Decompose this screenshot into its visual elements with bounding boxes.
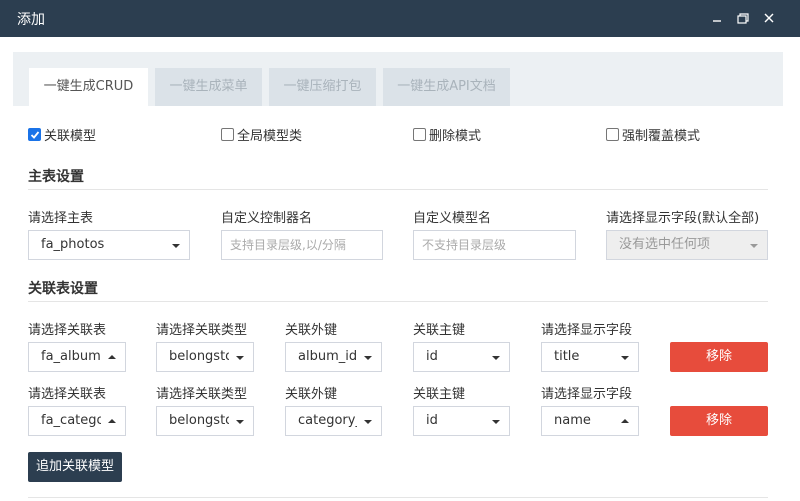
window-titlebar: 添加 bbox=[0, 0, 800, 37]
foreign-key-select[interactable]: album_id bbox=[285, 342, 382, 372]
option-label: 全局模型类 bbox=[237, 129, 303, 144]
relation-type-label: 请选择关联类型 bbox=[156, 323, 248, 338]
foreign-key-select[interactable]: category_id bbox=[285, 406, 382, 436]
primary-key-select[interactable]: id bbox=[413, 406, 510, 436]
tab-api-doc[interactable]: 一键生成API文档 bbox=[383, 68, 510, 106]
relation-settings-title: 关联表设置 bbox=[28, 281, 98, 297]
caret-down-icon bbox=[364, 356, 372, 360]
options-row: 关联模型 全局模型类 删除模式 强制覆盖模式 bbox=[28, 125, 772, 144]
option-label: 删除模式 bbox=[429, 129, 482, 144]
controller-name-input[interactable] bbox=[221, 230, 383, 260]
relation-table-select[interactable]: fa_album bbox=[28, 342, 126, 372]
caret-down-icon bbox=[236, 356, 244, 360]
relation-table-label: 请选择关联表 bbox=[28, 323, 107, 338]
option-relation-model[interactable]: 关联模型 bbox=[28, 125, 96, 144]
relation-type-select[interactable]: belongsto bbox=[156, 406, 254, 436]
divider bbox=[28, 189, 768, 190]
caret-up-icon bbox=[108, 355, 116, 359]
relation-type-select[interactable]: belongsto bbox=[156, 342, 254, 372]
relation-field-select[interactable]: name bbox=[541, 406, 639, 436]
add-relation-button[interactable]: 追加关联模型 bbox=[28, 452, 122, 482]
foreign-key-label: 关联外键 bbox=[285, 323, 338, 338]
foreign-key-label: 关联外键 bbox=[285, 387, 338, 402]
caret-down-icon bbox=[492, 420, 500, 424]
main-settings-title: 主表设置 bbox=[28, 169, 84, 185]
caret-down-icon bbox=[492, 356, 500, 360]
caret-down-icon bbox=[750, 244, 758, 248]
primary-key-select[interactable]: id bbox=[413, 342, 510, 372]
check-icon bbox=[30, 130, 39, 139]
model-name-input[interactable] bbox=[413, 230, 576, 260]
primary-key-label: 关联主键 bbox=[413, 323, 466, 338]
minimize-icon[interactable] bbox=[704, 8, 730, 28]
option-delete-mode[interactable]: 删除模式 bbox=[413, 125, 481, 144]
tab-menu[interactable]: 一键生成菜单 bbox=[155, 68, 262, 106]
relation-table-label: 请选择关联表 bbox=[28, 387, 107, 402]
window-controls bbox=[704, 8, 782, 28]
controller-name-label: 自定义控制器名 bbox=[221, 211, 313, 226]
tab-package[interactable]: 一键压缩打包 bbox=[269, 68, 376, 106]
main-table-select[interactable]: fa_photos bbox=[28, 230, 190, 260]
caret-up-icon bbox=[621, 419, 629, 423]
checkbox-global-model[interactable] bbox=[221, 128, 234, 141]
close-icon[interactable] bbox=[756, 8, 782, 28]
relation-field-select[interactable]: title bbox=[541, 342, 639, 372]
display-fields-label: 请选择显示字段(默认全部) bbox=[606, 211, 760, 226]
option-label: 强制覆盖模式 bbox=[622, 129, 701, 144]
primary-key-label: 关联主键 bbox=[413, 387, 466, 402]
divider bbox=[28, 301, 768, 302]
display-fields-select[interactable]: 没有选中任何项 bbox=[606, 230, 768, 260]
checkbox-force-overwrite[interactable] bbox=[606, 128, 619, 141]
maximize-icon[interactable] bbox=[730, 8, 756, 28]
option-global-model[interactable]: 全局模型类 bbox=[221, 125, 302, 144]
relation-table-select[interactable]: fa_category bbox=[28, 406, 126, 436]
caret-up-icon bbox=[108, 419, 116, 423]
caret-down-icon bbox=[364, 420, 372, 424]
relation-field-label: 请选择显示字段 bbox=[541, 323, 633, 338]
relation-type-label: 请选择关联类型 bbox=[156, 387, 248, 402]
tab-crud[interactable]: 一键生成CRUD bbox=[29, 68, 148, 106]
window-title: 添加 bbox=[17, 12, 45, 28]
model-name-label: 自定义模型名 bbox=[413, 211, 492, 226]
main-table-label: 请选择主表 bbox=[28, 211, 94, 226]
caret-down-icon bbox=[236, 420, 244, 424]
caret-down-icon bbox=[172, 244, 180, 248]
tab-bar: 一键生成CRUD 一键生成菜单 一键压缩打包 一键生成API文档 bbox=[13, 52, 783, 106]
option-force-overwrite[interactable]: 强制覆盖模式 bbox=[606, 125, 700, 144]
checkbox-relation-model[interactable] bbox=[28, 128, 41, 141]
relation-field-label: 请选择显示字段 bbox=[541, 387, 633, 402]
option-label: 关联模型 bbox=[44, 129, 97, 144]
remove-relation-button[interactable]: 移除 bbox=[670, 342, 768, 372]
caret-down-icon bbox=[621, 356, 629, 360]
divider bbox=[28, 497, 768, 498]
checkbox-delete-mode[interactable] bbox=[413, 128, 426, 141]
remove-relation-button[interactable]: 移除 bbox=[670, 406, 768, 436]
